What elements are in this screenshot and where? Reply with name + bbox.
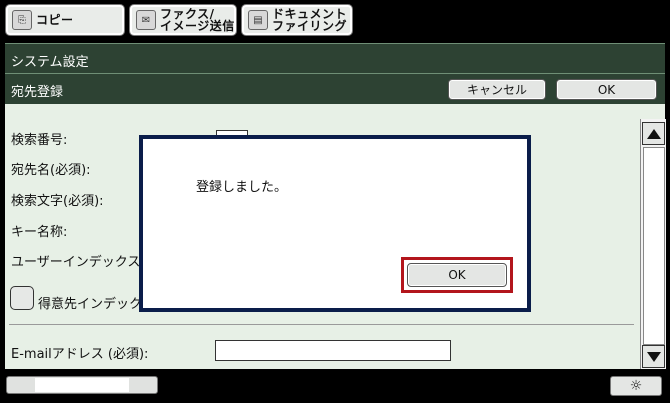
fax-icon: ✉ [136, 10, 156, 30]
ok-button[interactable]: OK [556, 79, 657, 100]
scrollbar[interactable] [640, 119, 666, 369]
status-bar [6, 376, 158, 394]
frequent-index-label: 得意先インデック [38, 297, 143, 312]
status-bar-fill [35, 378, 129, 392]
email-label: E-mailアドレス (必須): [11, 347, 149, 362]
brightness-button[interactable]: ☼ [610, 376, 662, 396]
copy-icon: ⎘ [12, 10, 32, 30]
bottom-bar: ☼ [0, 369, 670, 403]
dialog-body: 登録しました。 OK [143, 139, 527, 308]
user-index-label: ユーザーインデックス [11, 255, 141, 270]
tab-copy-label: コピー [36, 13, 74, 27]
tab-document-filing[interactable]: ▤ ドキュメント ファイリング [241, 4, 353, 36]
tab-fax-image-send[interactable]: ✉ ファクス/ イメージ送信 [129, 4, 237, 36]
dialog-message: 登録しました。 [196, 180, 288, 195]
confirmation-dialog: 登録しました。 OK [139, 135, 531, 312]
scroll-track[interactable] [643, 147, 665, 345]
address-registration-header: 宛先登録 キャンセル OK [5, 73, 665, 104]
email-field[interactable] [215, 340, 451, 361]
tab-document-filing-label: ドキュメント ファイリング [272, 7, 348, 33]
scroll-up-button[interactable] [642, 122, 665, 145]
tab-copy[interactable]: ⎘ コピー [5, 4, 125, 36]
function-tabs: ⎘ コピー ✉ ファクス/ イメージ送信 ▤ ドキュメント ファイリング [0, 0, 670, 40]
arrow-up-icon [646, 128, 661, 139]
sun-icon: ☼ [629, 378, 643, 394]
page-title: 宛先登録 [11, 85, 64, 100]
dialog-ok-highlight: OK [401, 257, 513, 293]
destination-name-label: 宛先名(必須): [11, 163, 91, 178]
cancel-button[interactable]: キャンセル [448, 79, 546, 100]
arrow-down-icon [646, 351, 661, 362]
search-text-label: 検索文字(必須): [11, 194, 104, 209]
search-number-label: 検索番号: [11, 133, 68, 148]
tab-fax-label: ファクス/ イメージ送信 [160, 7, 235, 33]
scroll-down-button[interactable] [642, 345, 665, 368]
frequent-index-checkbox[interactable] [10, 286, 34, 310]
system-settings-title: システム設定 [11, 55, 89, 70]
divider [9, 324, 634, 325]
system-settings-header: システム設定 [5, 43, 665, 73]
key-name-label: キー名称: [11, 225, 68, 240]
document-filing-icon: ▤ [248, 10, 268, 30]
dialog-ok-button[interactable]: OK [407, 263, 507, 287]
